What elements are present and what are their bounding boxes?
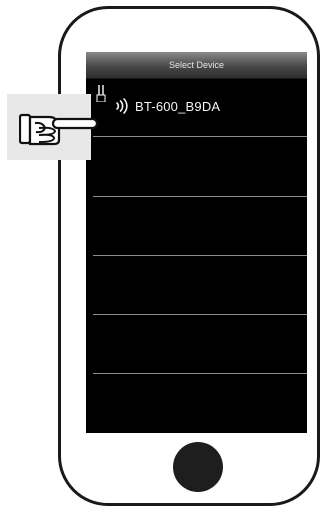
list-divider — [93, 373, 307, 374]
empty-list-row — [86, 137, 307, 195]
empty-list-row — [86, 315, 307, 373]
tap-indicator-icon — [96, 85, 106, 102]
signal-waves-icon — [116, 98, 128, 114]
phone-screen: Select Device BT-600_B9DA — [86, 52, 307, 433]
device-list-item[interactable]: BT-600_B9DA — [86, 80, 307, 134]
screen-title: Select Device — [168, 60, 225, 70]
pointing-hand-icon — [19, 113, 99, 146]
home-button[interactable] — [173, 442, 223, 492]
empty-list-row — [86, 256, 307, 314]
empty-list-row — [86, 197, 307, 255]
illustration: Select Device BT-600_B9DA — [0, 0, 333, 514]
title-bar: Select Device — [86, 52, 307, 79]
device-name: BT-600_B9DA — [135, 99, 221, 114]
